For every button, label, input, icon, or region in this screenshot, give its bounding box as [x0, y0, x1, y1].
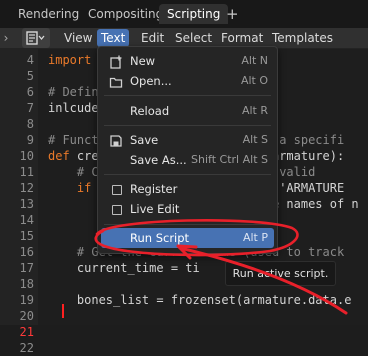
line-number: 17: [19, 261, 34, 275]
line-number: 21: [19, 325, 34, 339]
menu-item-save[interactable]: Save Alt S: [101, 130, 274, 150]
menu-item-new[interactable]: New Alt N: [101, 51, 274, 71]
text-cursor: [62, 304, 64, 318]
menu-label: Reload: [130, 104, 170, 118]
new-file-icon: [110, 55, 122, 69]
shortcut: Shift Ctrl Alt S: [191, 153, 268, 166]
editor-type-dropdown[interactable]: [22, 28, 50, 48]
line-number: 10: [19, 149, 34, 163]
menu-separator: [104, 174, 271, 175]
line-number: 19: [19, 293, 34, 307]
line-number: 20: [19, 309, 34, 323]
line-number: 22: [19, 341, 34, 355]
add-workspace-button[interactable]: +: [226, 4, 239, 24]
menu-item-run-script[interactable]: Run Script Alt P: [101, 228, 274, 248]
line-number-gutter: 4 5 6 7 8 9 10 11 12 13 14 15 16 17 18 19 20 21 22: [0, 49, 38, 355]
menu-label: Save As...: [130, 153, 187, 167]
code-line: current_time = ti: [48, 261, 200, 275]
line-number: 18: [19, 277, 34, 291]
menu-item-reload[interactable]: Reload Alt R: [101, 101, 274, 121]
line-number: 4: [26, 53, 34, 67]
tab-compositing[interactable]: Compositing: [80, 4, 171, 24]
menu-label: Register: [130, 182, 178, 196]
shortcut: Alt S: [242, 133, 268, 146]
line-number: 8: [26, 117, 34, 131]
line-number: 6: [26, 85, 34, 99]
menu-separator: [104, 125, 271, 126]
line-number: 11: [19, 165, 34, 179]
menu-separator: [104, 95, 271, 96]
shortcut: Alt P: [242, 231, 268, 244]
line-number: 16: [19, 245, 34, 259]
code-line: inlcude: [48, 101, 99, 115]
menu-separator: [104, 224, 271, 225]
tab-scripting[interactable]: Scripting: [159, 4, 229, 24]
menu-label: New: [130, 54, 156, 68]
folder-icon: [109, 77, 123, 88]
menu-label: Live Edit: [130, 202, 180, 216]
line-number: 5: [26, 69, 34, 83]
code-line: import: [48, 53, 92, 67]
menu-edit[interactable]: Edit: [137, 29, 168, 47]
live-edit-checkbox[interactable]: [112, 205, 122, 215]
run-script-tooltip: Run active script.: [225, 261, 336, 286]
menu-item-open[interactable]: Open... Alt O: [101, 71, 274, 91]
text-menu-dropdown: New Alt N Open... Alt O Reload Alt R Sav…: [97, 46, 278, 254]
shortcut: Alt R: [241, 104, 268, 117]
line-number: 12: [19, 181, 34, 195]
workspace-tab-bar: Rendering Compositing Scripting +: [0, 0, 368, 28]
menu-view[interactable]: View: [60, 29, 96, 47]
menu-select[interactable]: Select: [171, 29, 216, 47]
menu-templates[interactable]: Templates: [268, 29, 337, 47]
line-number: 14: [19, 213, 34, 227]
menu-item-save-as[interactable]: Save As... Shift Ctrl Alt S: [101, 150, 274, 170]
code-line: bones_list = frozenset(armature.data.e: [48, 293, 352, 307]
line-number: 7: [26, 101, 34, 115]
shortcut: Alt O: [240, 74, 268, 87]
menu-label: Run Script: [130, 231, 190, 245]
menu-label: Open...: [130, 74, 172, 88]
line-number: 13: [19, 197, 34, 211]
tab-rendering[interactable]: Rendering: [10, 4, 87, 24]
line-number: 9: [26, 133, 34, 147]
code-line: # Defin: [48, 85, 99, 99]
register-checkbox[interactable]: [112, 185, 122, 195]
line-number: 15: [19, 229, 34, 243]
menu-format[interactable]: Format: [217, 29, 267, 47]
save-icon: [110, 135, 122, 147]
menu-item-live-edit[interactable]: Live Edit: [101, 199, 274, 219]
shortcut: Alt N: [241, 54, 268, 67]
menu-label: Save: [130, 133, 159, 147]
menu-item-register[interactable]: Register: [101, 179, 274, 199]
menu-text[interactable]: Text: [97, 29, 130, 47]
text-editor-icon: [26, 31, 45, 45]
sidebar-toggle-icon[interactable]: ›: [0, 30, 12, 46]
